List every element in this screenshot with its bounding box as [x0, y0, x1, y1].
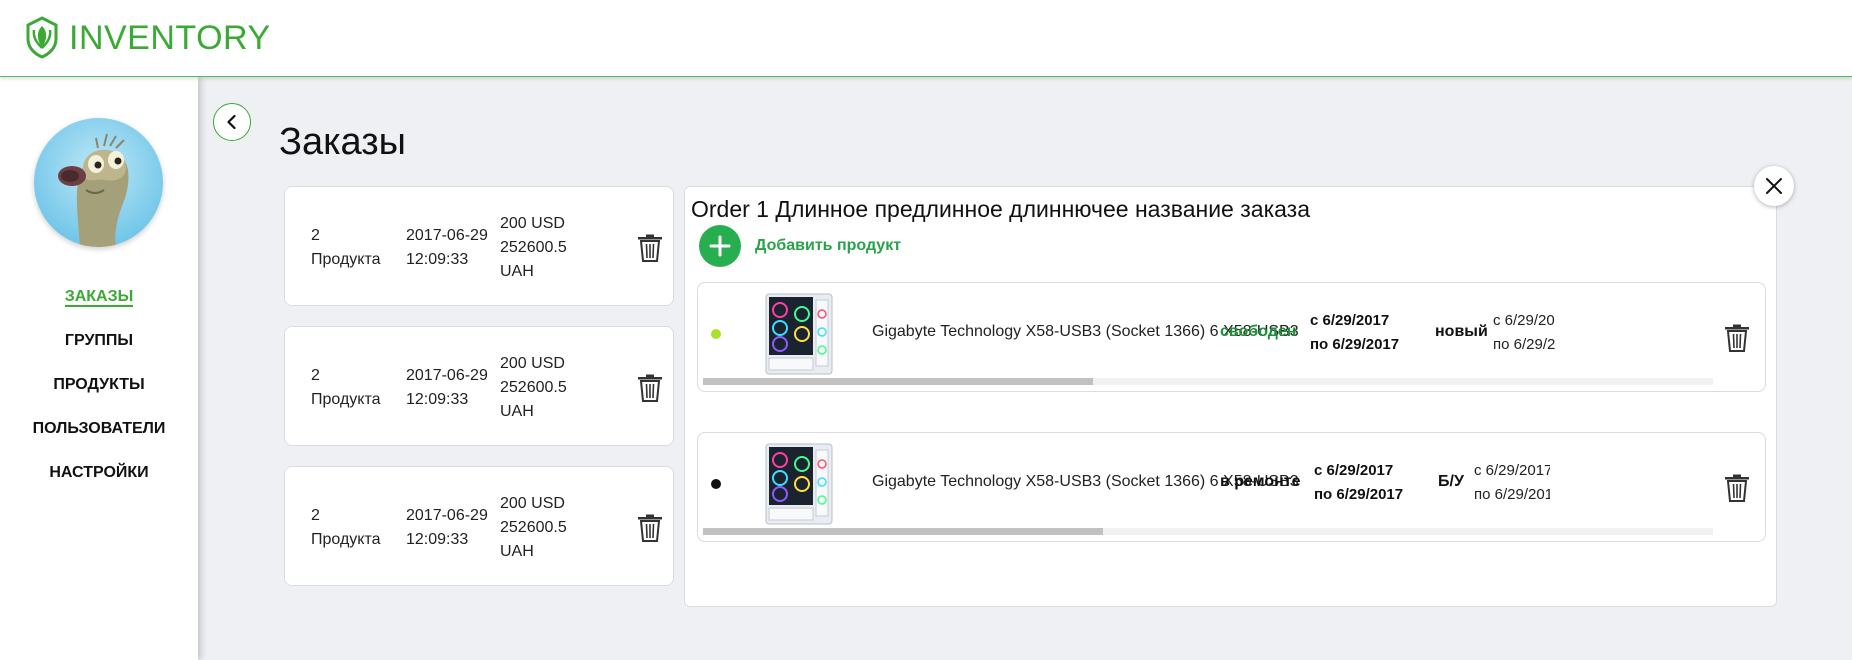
- order-price-uah: 252600.5 UAH: [500, 379, 567, 420]
- extra-date-from: с 6/29/2017: [1493, 312, 1555, 329]
- product-date-range: с 6/29/2017 по 6/29/2017: [1314, 459, 1403, 507]
- trash-icon[interactable]: [637, 514, 663, 542]
- extra-date-to: по 6/29/2017: [1474, 486, 1550, 503]
- order-price-uah: 252600.5 UAH: [500, 519, 567, 560]
- sidebar-item-label: ГРУППЫ: [64, 332, 134, 349]
- top-bar: INVENTORY: [0, 0, 1852, 77]
- order-product-count: 2 Продукта: [311, 367, 381, 408]
- product-row[interactable]: Gigabyte Technology X58-USB3 (Socket 136…: [697, 432, 1766, 542]
- plus-icon: [709, 235, 731, 257]
- date-from: с 6/29/2017: [1314, 462, 1394, 479]
- horizontal-scrollbar[interactable]: [703, 378, 1713, 385]
- product-extra-date-range: с 6/29/2017 по 6/29/2017: [1493, 309, 1555, 357]
- add-circle: [699, 225, 741, 267]
- product-condition: Б/У: [1438, 473, 1464, 490]
- order-date: 2017-06-29 12:09:33: [406, 507, 488, 548]
- pc-case-image: [765, 443, 833, 525]
- extra-date-from: с 6/29/2017: [1474, 462, 1550, 479]
- order-card[interactable]: 2 Продукта 2017-06-29 12:09:33 200 USD 2…: [284, 326, 674, 446]
- pc-case-image: [765, 293, 833, 375]
- order-product-count: 2 Продукта: [311, 227, 381, 268]
- sidebar: ЗАКАЗЫ ГРУППЫ ПРОДУКТЫ ПОЛЬЗОВАТЕЛИ НАСТ…: [0, 77, 198, 660]
- product-status: в ремонте: [1220, 473, 1301, 490]
- sidebar-item-label: ПРОДУКТЫ: [53, 376, 145, 393]
- date-from: с 6/29/2017: [1310, 312, 1390, 329]
- add-product-label: Добавить продукт: [755, 237, 902, 254]
- avatar[interactable]: [34, 118, 163, 247]
- order-price-usd: 200 USD: [500, 355, 565, 372]
- extra-date-to: по 6/29/2017: [1493, 336, 1555, 353]
- order-price: 200 USD 252600.5 UAH: [500, 212, 590, 284]
- order-card[interactable]: 2 Продукта 2017-06-29 12:09:33 200 USD 2…: [284, 466, 674, 586]
- date-to: по 6/29/2017: [1314, 486, 1404, 503]
- trash-icon[interactable]: [637, 234, 663, 262]
- trash-icon[interactable]: [1724, 474, 1750, 502]
- order-product-count: 2 Продукта: [311, 507, 381, 548]
- product-extra-date-range: с 6/29/2017 по 6/29/2017: [1474, 459, 1550, 507]
- page-title: Заказы: [279, 121, 406, 163]
- order-price-usd: 200 USD: [500, 495, 565, 512]
- sidebar-item-orders[interactable]: ЗАКАЗЫ: [0, 287, 198, 331]
- scrollbar-thumb[interactable]: [703, 528, 1103, 535]
- sidebar-item-label: ЗАКАЗЫ: [64, 288, 134, 307]
- logo[interactable]: INVENTORY: [25, 15, 271, 59]
- sidebar-nav: ЗАКАЗЫ ГРУППЫ ПРОДУКТЫ ПОЛЬЗОВАТЕЛИ НАСТ…: [0, 287, 198, 507]
- trash-icon[interactable]: [637, 374, 663, 402]
- sidebar-item-products[interactable]: ПРОДУКТЫ: [0, 375, 198, 419]
- order-detail-title: Order 1 Длинное предлинное длиннючее наз…: [691, 196, 1311, 222]
- sidebar-item-label: ПОЛЬЗОВАТЕЛИ: [32, 420, 166, 437]
- order-date: 2017-06-29 12:09:33: [406, 367, 488, 408]
- app-title: INVENTORY: [69, 19, 271, 57]
- order-price: 200 USD 252600.5 UAH: [500, 352, 590, 424]
- sidebar-item-settings[interactable]: НАСТРОЙКИ: [0, 463, 198, 507]
- trash-icon[interactable]: [1724, 324, 1750, 352]
- sidebar-item-groups[interactable]: ГРУППЫ: [0, 331, 198, 375]
- status-dot: [711, 329, 721, 339]
- product-condition: новый: [1435, 323, 1488, 340]
- add-product-button[interactable]: Добавить продукт: [699, 225, 901, 267]
- scrollbar-thumb[interactable]: [703, 378, 1093, 385]
- chevron-left-icon: [227, 114, 236, 130]
- sidebar-item-users[interactable]: ПОЛЬЗОВАТЕЛИ: [0, 419, 198, 463]
- order-card[interactable]: 2 Продукта 2017-06-29 12:09:33 200 USD 2…: [284, 186, 674, 306]
- close-detail-button[interactable]: [1754, 166, 1794, 206]
- shield-leaf-logo-icon: [26, 16, 58, 59]
- product-date-range: с 6/29/2017 по 6/29/2017: [1310, 309, 1399, 357]
- sloth-avatar-image: [34, 118, 163, 247]
- order-price-usd: 200 USD: [500, 215, 565, 232]
- order-date: 2017-06-29 12:09:33: [406, 227, 488, 268]
- date-to: по 6/29/2017: [1310, 336, 1400, 353]
- order-detail-panel: Order 1 Длинное предлинное длиннючее наз…: [684, 186, 1777, 607]
- close-icon: [1766, 178, 1782, 194]
- sidebar-item-label: НАСТРОЙКИ: [49, 464, 149, 481]
- collapse-sidebar-button[interactable]: [213, 103, 251, 141]
- order-price-uah: 252600.5 UAH: [500, 239, 567, 280]
- horizontal-scrollbar[interactable]: [703, 528, 1713, 535]
- product-row[interactable]: Gigabyte Technology X58-USB3 (Socket 136…: [697, 282, 1766, 392]
- status-dot: [711, 479, 721, 489]
- order-price: 200 USD 252600.5 UAH: [500, 492, 590, 564]
- product-status: свободен: [1220, 323, 1297, 340]
